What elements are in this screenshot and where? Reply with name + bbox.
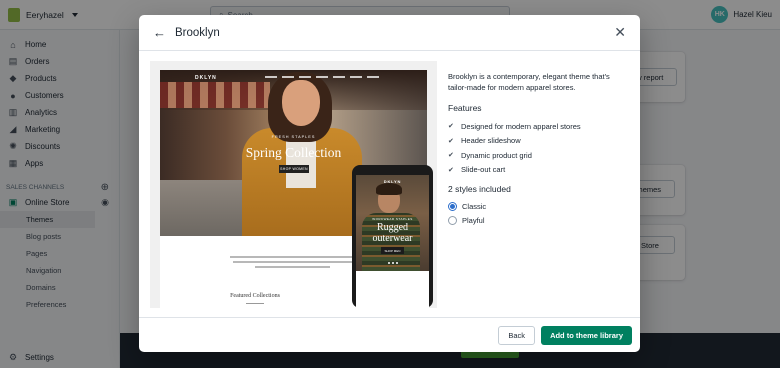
mobile-screen: DKLYN WORKWEAR STAPLES Rugged outerwear …	[356, 175, 429, 308]
feature-label: Designed for modern apparel stores	[461, 121, 581, 131]
feature-label: Slide-out cart	[461, 165, 506, 175]
checkmark-icon: ✔	[448, 166, 454, 174]
feature-item: ✔ Header slideshow	[448, 134, 628, 149]
mobile-hair	[376, 183, 402, 195]
checkmark-icon: ✔	[448, 123, 454, 131]
mobile-hero-title: Rugged outerwear	[372, 222, 413, 244]
styles-heading: 2 styles included	[448, 184, 511, 194]
close-icon[interactable]: ✕	[614, 24, 626, 41]
theme-modal: ← Brooklyn ✕ DKLYN FRESH STAPLES Spring …	[139, 15, 640, 352]
add-to-theme-library-button[interactable]: Add to theme library	[541, 325, 632, 345]
body-text-line	[233, 261, 352, 263]
feature-item: ✔ Dynamic product grid	[448, 148, 628, 163]
desktop-hero-title: Spring Collection	[245, 145, 342, 160]
feature-item: ✔ Slide-out cart	[448, 163, 628, 178]
slideshow-dots	[388, 262, 398, 264]
checkmark-icon: ✔	[448, 137, 454, 145]
hero-awning	[160, 82, 270, 108]
feature-label: Header slideshow	[461, 136, 521, 146]
feature-item: ✔ Designed for modern apparel stores	[448, 119, 628, 134]
desktop-kicker: FRESH STAPLES	[271, 135, 316, 139]
modal-title: Brooklyn	[175, 26, 220, 39]
desktop-logo: DKLYN	[195, 75, 217, 81]
heading-underline	[246, 303, 264, 304]
style-option-label: Playful	[462, 215, 485, 225]
feature-label: Dynamic product grid	[461, 150, 532, 160]
theme-info: Brooklyn is a contemporary, elegant them…	[448, 71, 628, 227]
back-button[interactable]: Back	[498, 325, 536, 345]
style-option-label: Classic	[462, 201, 487, 211]
style-option-classic[interactable]: Classic	[448, 199, 628, 213]
desktop-nav-links	[265, 76, 379, 78]
style-option-playful[interactable]: Playful	[448, 213, 628, 227]
mobile-preview: DKLYN WORKWEAR STAPLES Rugged outerwear …	[352, 165, 433, 308]
checkmark-icon: ✔	[448, 152, 454, 160]
body-text-line	[255, 266, 330, 268]
desktop-hero-button: SHOP WOMEN	[279, 165, 309, 173]
back-arrow-icon[interactable]: ←	[153, 25, 169, 40]
mobile-kicker: WORKWEAR STAPLES	[372, 217, 413, 221]
mobile-logo: DKLYN	[383, 179, 402, 184]
body-text-line	[230, 256, 355, 258]
featured-collections-heading: Featured Collections	[230, 293, 280, 299]
mobile-hero-image: DKLYN WORKWEAR STAPLES Rugged outerwear …	[356, 175, 429, 271]
radio-button-selected[interactable]	[448, 201, 457, 211]
theme-preview: DKLYN FRESH STAPLES Spring Collection SH…	[150, 61, 437, 308]
theme-description: Brooklyn is a contemporary, elegant them…	[448, 72, 610, 92]
hero-face	[282, 80, 320, 126]
radio-button[interactable]	[448, 215, 457, 225]
features-heading: Features	[448, 103, 482, 113]
modal-footer: Back Add to theme library	[139, 317, 640, 352]
mobile-hero-button: SHOP MEN	[381, 247, 404, 254]
modal-header: ← Brooklyn ✕	[139, 15, 640, 51]
features-list: ✔ Designed for modern apparel stores ✔ Hea…	[448, 119, 628, 177]
